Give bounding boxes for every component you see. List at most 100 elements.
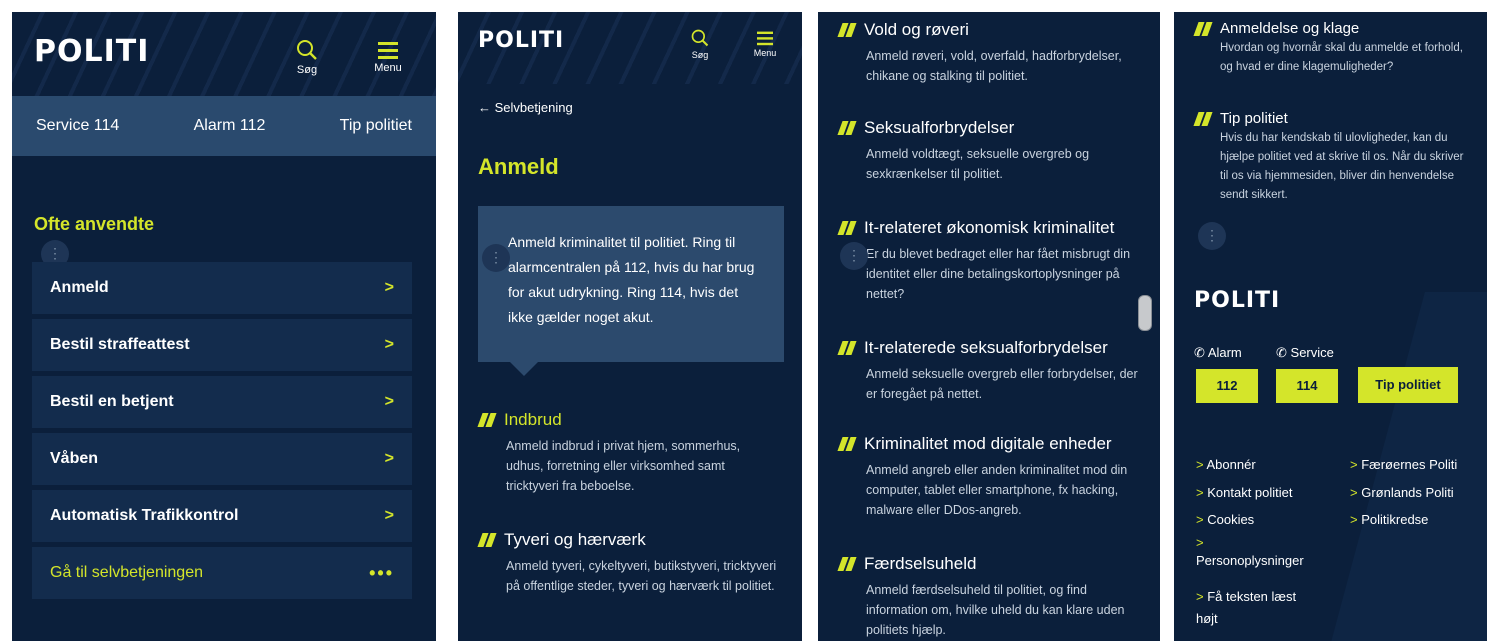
report-list-screen: Vold og røveri Anmeld røveri, vold, over…: [818, 12, 1160, 641]
chevron-right-icon: >: [384, 393, 394, 410]
category-indbrud[interactable]: Indbrud Anmeld indbrud i privat hjem, so…: [478, 410, 778, 496]
footer-link-label: Kontakt politiet: [1207, 485, 1293, 500]
hamburger-icon: [757, 31, 773, 46]
alarm-label: ✆ Alarm: [1194, 345, 1242, 361]
footer-screen: Anmeldelse og klage Hvordan og hvornår s…: [1174, 12, 1487, 641]
footer-link-label: Grønlands Politi: [1361, 485, 1454, 500]
politi-mark-icon: [838, 121, 856, 135]
politi-footer-logo[interactable]: POLITI: [1194, 288, 1280, 313]
footer-link-cookies[interactable]: > Cookies: [1196, 511, 1254, 529]
list-item-straffeattest[interactable]: Bestil straffeattest >: [32, 319, 412, 371]
chevron-right-icon: >: [1196, 512, 1204, 527]
list-item-anmeld[interactable]: Anmeld >: [32, 262, 412, 314]
service-114-button[interactable]: 114: [1276, 369, 1338, 403]
phone-icon: ✆: [1194, 345, 1205, 360]
politi-mark-icon: [1194, 22, 1212, 36]
category-title: Vold og røveri: [864, 20, 969, 39]
chevron-right-icon: >: [1350, 512, 1358, 527]
politi-mark-icon: [838, 221, 856, 235]
category-desc: Anmeld seksuelle overgreb eller forbryde…: [866, 367, 1138, 401]
scrollbar-thumb[interactable]: [1138, 295, 1152, 331]
footer-link-label: Cookies: [1207, 512, 1255, 527]
footer-link-label: Personoplysninger: [1196, 553, 1304, 568]
footer-link-kontakt[interactable]: > Kontakt politiet: [1196, 484, 1293, 502]
list-item-label: Bestil straffeattest: [50, 336, 190, 353]
category-title: It-relateret økonomisk kriminalitet: [864, 218, 1115, 237]
selfservice-link[interactable]: Gå til selvbetjeningen •••: [32, 547, 412, 599]
list-item-betjent[interactable]: Bestil en betjent >: [32, 376, 412, 428]
chevron-right-icon: >: [1196, 535, 1204, 550]
politi-mark-icon: [838, 341, 856, 355]
chevron-right-icon: >: [1196, 485, 1204, 500]
category-desc: Hvordan og hvornår skal du anmelde et fo…: [1220, 42, 1463, 73]
footer-link-label: Få teksten læst højt: [1196, 589, 1297, 626]
category-title: It-relaterede seksualforbrydelser: [864, 338, 1108, 357]
list-item-vaaben[interactable]: Våben >: [32, 433, 412, 485]
chevron-right-icon: >: [384, 450, 394, 467]
quick-links-bar: Service 114 Alarm 112 Tip politiet: [12, 96, 436, 156]
search-icon: [297, 40, 317, 60]
tip-politiet-button[interactable]: Tip politiet: [1358, 367, 1458, 403]
category-vold[interactable]: Vold og røveri Anmeld røveri, vold, over…: [838, 20, 1138, 86]
menu-button[interactable]: Menu: [370, 40, 406, 74]
category-seksual[interactable]: Seksualforbrydelser Anmeld voldtægt, sek…: [838, 118, 1138, 184]
footer-link-groenland[interactable]: > Grønlands Politi: [1350, 484, 1454, 502]
category-desc: Anmeld angreb eller anden kriminalitet m…: [866, 463, 1128, 517]
category-digitale[interactable]: Kriminalitet mod digitale enheder Anmeld…: [838, 434, 1138, 520]
menu-button[interactable]: Menu: [750, 30, 780, 58]
search-label: Søg: [691, 50, 709, 60]
list-item-trafikkontrol[interactable]: Automatisk Trafikkontrol >: [32, 490, 412, 542]
politi-mark-icon: [838, 23, 856, 37]
footer-link-abonner[interactable]: > Abonnér: [1196, 456, 1256, 474]
more-dots-icon: •••: [369, 562, 394, 583]
category-desc: Er du blevet bedraget eller har fået mis…: [866, 247, 1131, 301]
chevron-right-icon: >: [1196, 589, 1204, 604]
category-anmeldelse[interactable]: Anmeldelse og klage Hvordan og hvornår s…: [1194, 20, 1474, 77]
list-item-label: Bestil en betjent: [50, 393, 174, 410]
footer-link-label: Politikredse: [1361, 512, 1429, 527]
footer-link-label: Færøernes Politi: [1361, 457, 1458, 472]
footer-link-politikredse[interactable]: > Politikredse: [1350, 511, 1428, 529]
category-desc: Anmeld voldtægt, seksuelle overgreb og s…: [866, 147, 1090, 181]
category-tyveri[interactable]: Tyveri og hærværk Anmeld tyveri, cykelty…: [478, 530, 778, 596]
category-title: Tyveri og hærværk: [504, 530, 646, 549]
back-link[interactable]: ← Selvbetjening: [478, 100, 573, 115]
category-title: Indbrud: [504, 410, 562, 429]
kebab-icon[interactable]: ⋮: [840, 242, 868, 270]
category-it-oekonomi[interactable]: It-relateret økonomisk kriminalitet Er d…: [838, 218, 1138, 304]
politi-mark-icon: [838, 557, 856, 571]
footer-link-personoplysninger[interactable]: > Personoplysninger: [1196, 534, 1326, 570]
politi-mark-icon: [1194, 112, 1212, 126]
service-114-link[interactable]: Service 114: [36, 117, 119, 135]
chevron-right-icon: >: [384, 336, 394, 353]
category-desc: Anmeld indbrud i privat hjem, sommerhus,…: [506, 439, 741, 493]
category-faerdsel[interactable]: Færdselsuheld Anmeld færdselsuheld til p…: [838, 554, 1138, 640]
phone-icon: ✆: [1276, 345, 1287, 360]
category-tip[interactable]: Tip politiet Hvis du har kendskab til ul…: [1194, 110, 1474, 205]
search-button[interactable]: Søg: [292, 38, 322, 76]
intro-box: Anmeld kriminalitet til politiet. Ring t…: [478, 206, 784, 362]
search-button[interactable]: Søg: [686, 28, 714, 60]
alarm-112-link[interactable]: Alarm 112: [194, 117, 266, 135]
alarm-label-text: Alarm: [1207, 345, 1242, 360]
intro-box-tail: [510, 362, 538, 376]
chevron-right-icon: >: [384, 279, 394, 296]
selfservice-label: Gå til selvbetjeningen: [50, 564, 203, 581]
footer-link-label: Abonnér: [1206, 457, 1256, 472]
category-it-seksual[interactable]: It-relaterede seksualforbrydelser Anmeld…: [838, 338, 1138, 404]
kebab-icon[interactable]: ⋮: [482, 244, 510, 272]
page-title: Anmeld: [478, 154, 559, 179]
category-title: Seksualforbrydelser: [864, 118, 1015, 137]
menu-label: Menu: [753, 48, 777, 58]
politi-logo[interactable]: POLITI: [478, 28, 564, 53]
politi-logo[interactable]: POLITI: [34, 34, 149, 69]
footer-link-faeroerne[interactable]: > Færøernes Politi: [1350, 456, 1457, 474]
alarm-112-button[interactable]: 112: [1196, 369, 1258, 403]
search-label: Søg: [296, 64, 318, 76]
kebab-icon[interactable]: ⋮: [1198, 222, 1226, 250]
search-icon: [691, 29, 709, 47]
tip-politiet-link[interactable]: Tip politiet: [340, 117, 412, 135]
category-title: Kriminalitet mod digitale enheder: [864, 434, 1112, 453]
footer-link-laest-hoejt[interactable]: > Få teksten læst højt: [1196, 586, 1316, 630]
politi-mark-icon: [838, 437, 856, 451]
